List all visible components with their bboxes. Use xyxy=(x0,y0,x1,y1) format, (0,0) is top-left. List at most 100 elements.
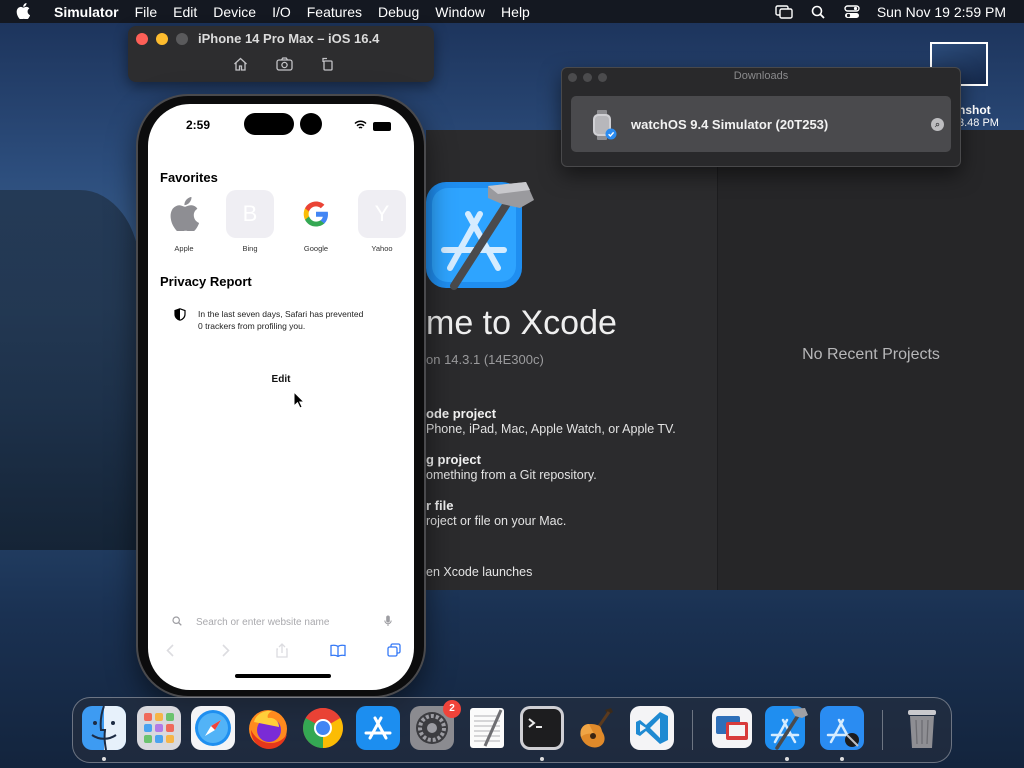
running-indicator xyxy=(840,757,844,761)
clone-project-subtitle[interactable]: omething from a Git repository. xyxy=(426,468,597,482)
address-bar[interactable]: Search or enter website name xyxy=(172,610,392,634)
menu-io[interactable]: I/O xyxy=(264,4,299,20)
running-indicator xyxy=(785,757,789,761)
menu-window[interactable]: Window xyxy=(427,4,493,20)
status-time: 2:59 xyxy=(186,118,211,132)
download-item-name: watchOS 9.4 Simulator (20T253) xyxy=(631,117,829,132)
downloads-window: Downloads watchOS 9.4 Simulator (20T253)… xyxy=(561,67,961,167)
tabs-icon[interactable] xyxy=(384,640,404,660)
privacy-report-heading: Privacy Report xyxy=(160,274,252,289)
shield-icon xyxy=(174,308,186,332)
desktop-screenshot-label[interactable]: nshot 3.48 PM xyxy=(958,104,999,129)
menu-edit[interactable]: Edit xyxy=(165,4,205,20)
dock-instruments-icon[interactable] xyxy=(820,706,864,750)
dock-launchpad-icon[interactable] xyxy=(137,706,181,750)
welcome-heading: me to Xcode xyxy=(426,304,617,342)
spotlight-search-icon[interactable] xyxy=(801,5,835,19)
home-icon[interactable] xyxy=(231,56,249,72)
yahoo-letter-tile: Y xyxy=(358,190,406,238)
dock-screen-sharing-icon[interactable] xyxy=(710,706,754,750)
favorite-label: Apple xyxy=(174,244,194,253)
menu-clock[interactable]: Sun Nov 19 2:59 PM xyxy=(869,4,1006,20)
close-window-button[interactable] xyxy=(136,33,148,45)
create-project-subtitle[interactable]: Phone, iPad, Mac, Apple Watch, or Apple … xyxy=(426,422,676,436)
dock-app-store-icon[interactable] xyxy=(356,706,400,750)
favorite-yahoo[interactable]: Y Yahoo xyxy=(358,190,406,253)
iphone-device-frame: 2:59 Favorites Apple B Bing Google Y Yah… xyxy=(136,94,426,698)
favorite-label: Google xyxy=(303,244,329,253)
apple-logo-icon xyxy=(160,190,208,238)
status-bar: 2:59 xyxy=(148,104,414,144)
menu-help[interactable]: Help xyxy=(493,4,538,20)
bookmarks-icon[interactable] xyxy=(328,640,348,660)
rotate-icon[interactable] xyxy=(319,56,337,72)
download-item[interactable]: watchOS 9.4 Simulator (20T253) ⌕ xyxy=(571,96,951,152)
screenshot-icon[interactable] xyxy=(275,56,293,72)
xcode-app-icon xyxy=(426,178,538,299)
share-icon[interactable] xyxy=(272,640,292,660)
create-project-title[interactable]: ode project xyxy=(426,406,496,421)
no-recent-projects-label: No Recent Projects xyxy=(802,346,940,363)
menu-device[interactable]: Device xyxy=(205,4,264,20)
wifi-icon xyxy=(354,117,367,135)
running-indicator xyxy=(540,757,544,761)
zoom-window-button[interactable] xyxy=(176,33,188,45)
menu-file[interactable]: File xyxy=(127,4,166,20)
favorite-bing[interactable]: B Bing xyxy=(226,190,274,253)
forward-icon[interactable] xyxy=(216,640,236,660)
home-indicator[interactable] xyxy=(235,674,331,678)
show-on-launch-label[interactable]: en Xcode launches xyxy=(426,565,532,579)
favorite-apple[interactable]: Apple xyxy=(160,190,208,253)
privacy-report-card[interactable]: In the last seven days, Safari has preve… xyxy=(174,308,398,332)
microphone-icon[interactable] xyxy=(384,615,392,630)
privacy-report-line-2: 0 trackers from profiling you. xyxy=(198,321,306,331)
favorite-google[interactable]: Google xyxy=(292,190,340,253)
address-bar-placeholder: Search or enter website name xyxy=(196,616,330,628)
privacy-report-line-1: In the last seven days, Safari has preve… xyxy=(198,309,364,319)
xcode-version: on 14.3.1 (14E300c) xyxy=(426,352,544,367)
dock-textedit-icon[interactable] xyxy=(465,706,509,750)
simulator-device-title: iPhone 14 Pro Max – iOS 16.4 xyxy=(198,31,380,46)
dock-trash-icon[interactable] xyxy=(900,706,944,750)
dock-firefox-icon[interactable] xyxy=(246,706,290,750)
favorite-label: Bing xyxy=(242,244,258,253)
mouse-pointer-icon xyxy=(293,390,306,414)
front-camera xyxy=(300,113,322,135)
dynamic-island xyxy=(244,113,294,135)
back-icon[interactable] xyxy=(160,640,180,660)
dock-xcode-icon[interactable] xyxy=(765,706,809,750)
dock-safari-icon[interactable] xyxy=(191,706,235,750)
battery-icon xyxy=(373,121,391,131)
clone-project-title[interactable]: g project xyxy=(426,452,481,467)
dock-separator xyxy=(692,710,693,750)
screen-mirroring-icon[interactable] xyxy=(767,4,801,19)
dock-finder-icon[interactable] xyxy=(82,705,126,751)
favorite-label: Yahoo xyxy=(371,244,393,253)
menu-bar: Simulator File Edit Device I/O Features … xyxy=(0,0,1024,23)
downloads-title: Downloads xyxy=(733,70,789,82)
screenshot-label-line2: 3.48 PM xyxy=(958,117,999,129)
open-file-subtitle[interactable]: roject or file on your Mac. xyxy=(426,514,566,528)
dock-terminal-icon[interactable] xyxy=(520,706,564,750)
recent-projects-pane: No Recent Projects xyxy=(717,130,1024,590)
dock-garageband-icon[interactable] xyxy=(575,706,619,750)
apple-menu-icon[interactable] xyxy=(0,2,46,21)
settings-notification-badge: 2 xyxy=(443,700,461,718)
dock-chrome-icon[interactable] xyxy=(301,706,345,750)
menu-features[interactable]: Features xyxy=(299,4,370,20)
dock-vscode-icon[interactable] xyxy=(630,706,674,750)
favorites-row: Apple B Bing Google Y Yahoo xyxy=(160,190,406,253)
favorites-heading: Favorites xyxy=(160,170,218,185)
dock: 2 xyxy=(72,697,952,763)
safari-toolbar xyxy=(160,640,404,660)
open-file-title[interactable]: r file xyxy=(426,498,453,513)
menu-app-name[interactable]: Simulator xyxy=(46,4,127,20)
minimize-window-button[interactable] xyxy=(156,33,168,45)
control-center-icon[interactable] xyxy=(835,4,869,19)
dock-separator xyxy=(882,710,883,750)
reveal-in-finder-icon[interactable]: ⌕ xyxy=(931,118,944,131)
safari-start-page: 2:59 Favorites Apple B Bing Google Y Yah… xyxy=(148,104,414,690)
menu-debug[interactable]: Debug xyxy=(370,4,427,20)
edit-start-page-button[interactable]: Edit xyxy=(148,374,414,385)
screenshot-label-line1: nshot xyxy=(958,103,991,117)
